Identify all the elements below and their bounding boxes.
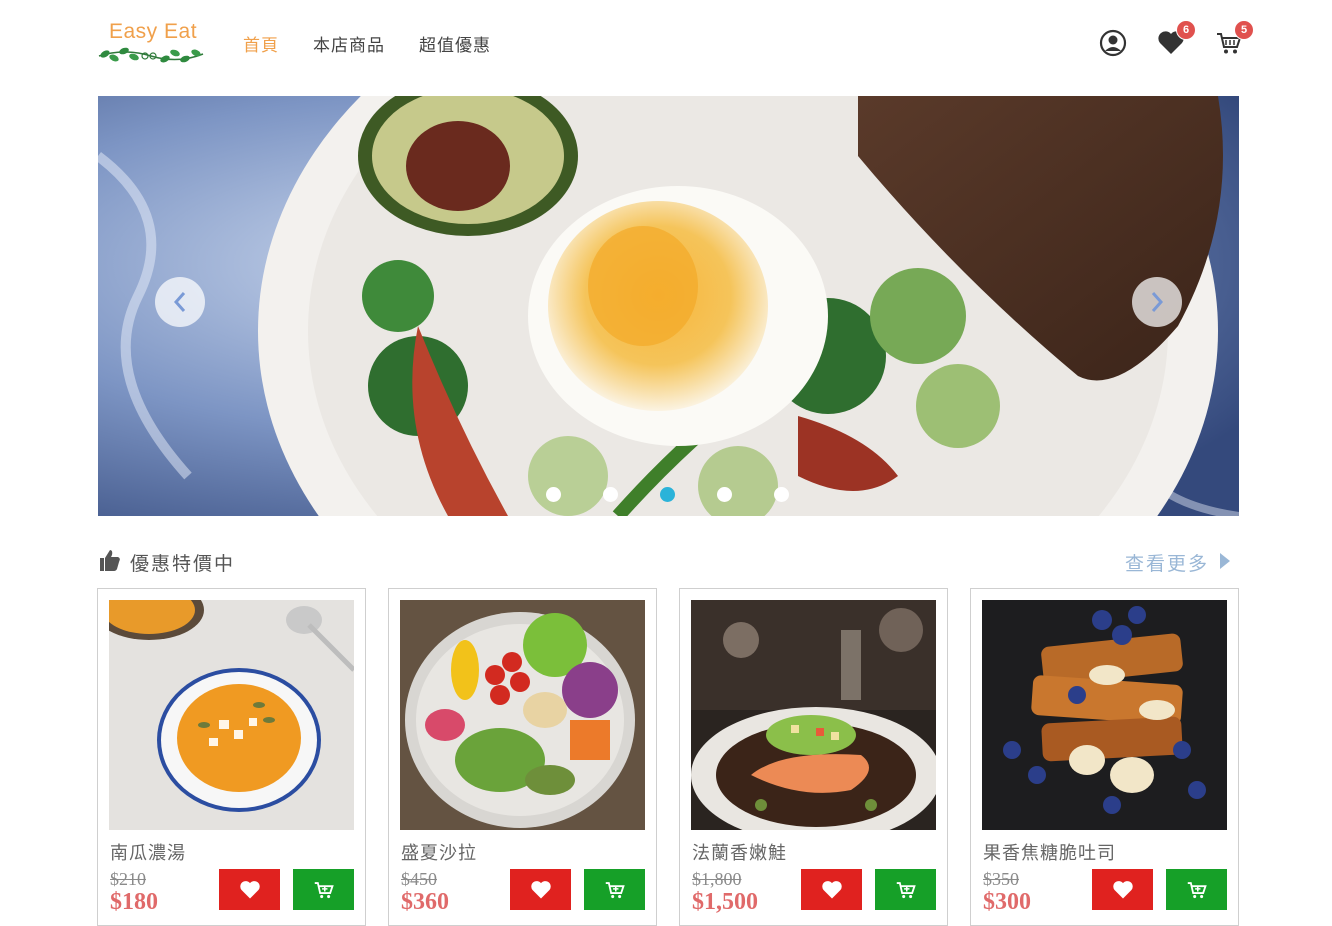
nav-home[interactable]: 首頁: [243, 31, 279, 56]
product-price: $360: [401, 889, 449, 915]
nav-deals[interactable]: 超值優惠: [419, 31, 491, 56]
header-icons: 6 5: [1072, 20, 1254, 60]
product-price: $300: [983, 889, 1031, 915]
wishlist-count-badge: 6: [1176, 20, 1196, 40]
heart-icon: [821, 880, 842, 898]
chevron-right-icon: [1151, 292, 1164, 312]
product-card[interactable]: 盛夏沙拉 $450 $360: [388, 588, 657, 926]
add-to-cart-button[interactable]: [584, 869, 645, 910]
carousel-indicators: [546, 487, 831, 502]
carousel-prev-button[interactable]: [155, 277, 205, 327]
product-card-list: 南瓜濃湯 $210 $180 盛夏沙拉 $450 $360 法蘭香嫩鮭 $1,8…: [97, 588, 1239, 926]
vine-decoration-icon: [98, 47, 204, 63]
carousel-dot-4[interactable]: [717, 487, 732, 502]
carousel-dot-1[interactable]: [546, 487, 561, 502]
account-button[interactable]: [1096, 26, 1130, 60]
caret-right-icon[interactable]: [1219, 552, 1231, 570]
product-name: 盛夏沙拉: [401, 843, 477, 864]
cart-plus-icon: [896, 881, 916, 898]
hero-carousel: [98, 96, 1239, 516]
thumbs-up-icon: [100, 550, 120, 571]
section-title: 優惠特價中: [130, 553, 236, 575]
add-to-wishlist-button[interactable]: [801, 869, 862, 910]
logo[interactable]: Easy Eat: [97, 18, 207, 68]
product-image-salmon[interactable]: [691, 600, 936, 830]
product-name: 果香焦糖脆吐司: [983, 843, 1116, 864]
heart-icon: [239, 880, 260, 898]
add-to-cart-button[interactable]: [293, 869, 354, 910]
product-price: $1,500: [692, 889, 758, 915]
carousel-dot-2[interactable]: [603, 487, 618, 502]
product-card[interactable]: 法蘭香嫩鮭 $1,800 $1,500: [679, 588, 948, 926]
product-image-summer-salad[interactable]: [400, 600, 645, 830]
carousel-dot-3[interactable]: [660, 487, 675, 502]
wishlist-button[interactable]: 6: [1154, 20, 1196, 60]
product-old-price: $1,800: [692, 869, 742, 889]
product-price: $180: [110, 889, 158, 915]
product-card[interactable]: 南瓜濃湯 $210 $180: [97, 588, 366, 926]
add-to-cart-button[interactable]: [875, 869, 936, 910]
product-old-price: $450: [401, 869, 437, 889]
product-card[interactable]: 果香焦糖脆吐司 $350 $300: [970, 588, 1239, 926]
view-more-link[interactable]: 查看更多: [1125, 549, 1209, 576]
logo-text: Easy Eat: [109, 20, 198, 43]
product-image-pumpkin-soup[interactable]: [109, 600, 354, 830]
chevron-left-icon: [173, 292, 186, 312]
product-name: 南瓜濃湯: [110, 843, 186, 864]
cart-plus-icon: [605, 881, 625, 898]
product-old-price: $350: [983, 869, 1019, 889]
cart-count-badge: 5: [1234, 20, 1254, 40]
cart-button[interactable]: 5: [1212, 20, 1254, 60]
user-circle-icon: [1099, 29, 1127, 57]
add-to-cart-button[interactable]: [1166, 869, 1227, 910]
add-to-wishlist-button[interactable]: [510, 869, 571, 910]
product-image-french-toast[interactable]: [982, 600, 1227, 830]
carousel-next-button[interactable]: [1132, 277, 1182, 327]
nav-products[interactable]: 本店商品: [313, 31, 385, 56]
cart-plus-icon: [314, 881, 334, 898]
heart-icon: [530, 880, 551, 898]
product-name: 法蘭香嫩鮭: [692, 843, 787, 864]
add-to-wishlist-button[interactable]: [219, 869, 280, 910]
product-old-price: $210: [110, 869, 146, 889]
hero-food-image: [98, 96, 1239, 516]
carousel-dot-5[interactable]: [774, 487, 789, 502]
deals-section-header: 優惠特價中 查看更多: [98, 546, 1239, 576]
heart-icon: [1112, 880, 1133, 898]
site-header: Easy Eat 首頁 本店商品 超值優惠 6 5: [0, 0, 1332, 90]
add-to-wishlist-button[interactable]: [1092, 869, 1153, 910]
main-nav: 首頁 本店商品 超值優惠: [243, 31, 525, 56]
cart-plus-icon: [1187, 881, 1207, 898]
